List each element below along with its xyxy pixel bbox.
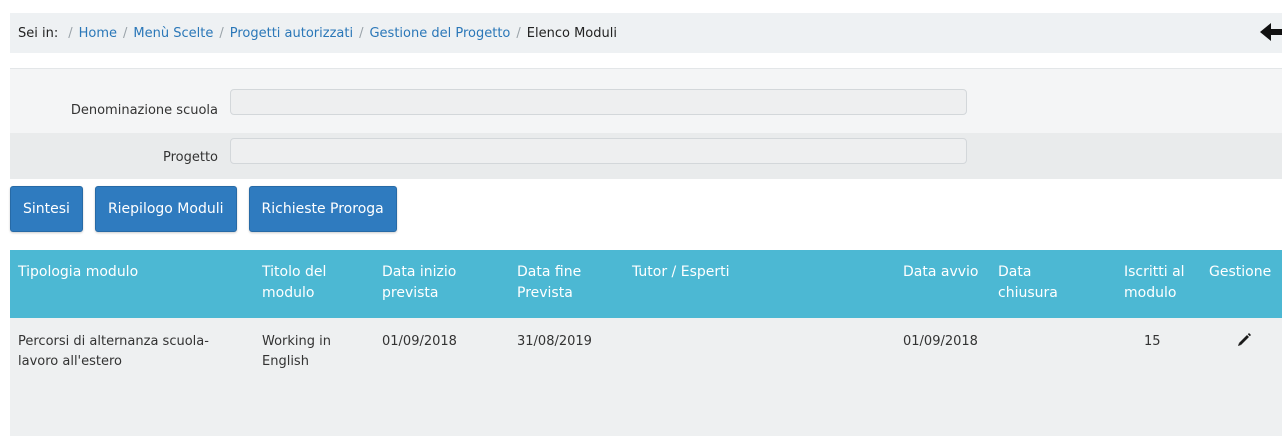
project-info-form: Denominazione scuola Progetto [10,68,1282,179]
header-titolo: Titolo del modulo [262,264,327,301]
school-label: Denominazione scuola [70,103,218,118]
cell-data-inizio: 01/09/2018 [382,334,457,349]
cell-titolo: Working in English [262,334,332,369]
edit-pencil-icon[interactable] [1236,332,1252,348]
back-arrow-icon[interactable] [1260,21,1282,43]
table-row: Percorsi di alternanza scuola-lavoro all… [10,318,1282,382]
header-gestione: Gestione [1209,264,1272,280]
header-data-avvio: Data avvio [903,264,979,280]
richieste-proroga-button[interactable]: Richieste Proroga [248,186,397,232]
header-data-inizio: Data inizio prevista [382,264,457,301]
header-tipologia: Tipologia modulo [18,264,139,280]
cell-tipologia: Percorsi di alternanza scuola-lavoro all… [18,334,209,369]
header-iscritti: Iscritti al modulo [1124,264,1185,301]
breadcrumb-separator: / [219,25,224,41]
modules-table: Tipologia modulo Titolo del modulo Data … [10,250,1282,436]
table-header: Tipologia modulo Titolo del modulo Data … [10,250,1282,318]
breadcrumb: Sei in: / Home / Menù Scelte / Progetti … [10,13,1282,53]
school-field[interactable] [230,89,967,115]
breadcrumb-separator: / [359,25,364,41]
breadcrumb-separator: / [516,25,521,41]
riepilogo-moduli-button[interactable]: Riepilogo Moduli [94,186,237,232]
cell-data-fine: 31/08/2019 [517,334,592,349]
project-row: Progetto [10,133,1282,179]
header-tutor-esperti: Tutor / Esperti [632,264,730,280]
cell-data-avvio: 01/09/2018 [903,334,978,349]
header-data-chiusura: Data chiusura [998,264,1058,301]
action-buttons: Sintesi Riepilogo Moduli Richieste Proro… [10,186,397,236]
school-row: Denominazione scuola [10,81,1282,133]
breadcrumb-link-menu-scelte[interactable]: Menù Scelte [133,26,213,41]
breadcrumb-separator: / [123,25,128,41]
breadcrumb-current: Elenco Moduli [526,25,617,41]
header-data-fine: Data fine Prevista [517,264,582,301]
project-label: Progetto [162,150,218,165]
cell-iscritti: 15 [1144,334,1161,349]
breadcrumb-link-gestione-progetto[interactable]: Gestione del Progetto [369,26,510,41]
breadcrumb-prefix: Sei in: [18,25,59,41]
breadcrumb-link-home[interactable]: Home [79,26,117,41]
breadcrumb-link-progetti-autorizzati[interactable]: Progetti autorizzati [230,26,353,41]
project-field[interactable] [230,138,967,164]
breadcrumb-separator: / [68,25,73,41]
page: Sei in: / Home / Menù Scelte / Progetti … [0,0,1282,436]
sintesi-button[interactable]: Sintesi [10,186,83,232]
